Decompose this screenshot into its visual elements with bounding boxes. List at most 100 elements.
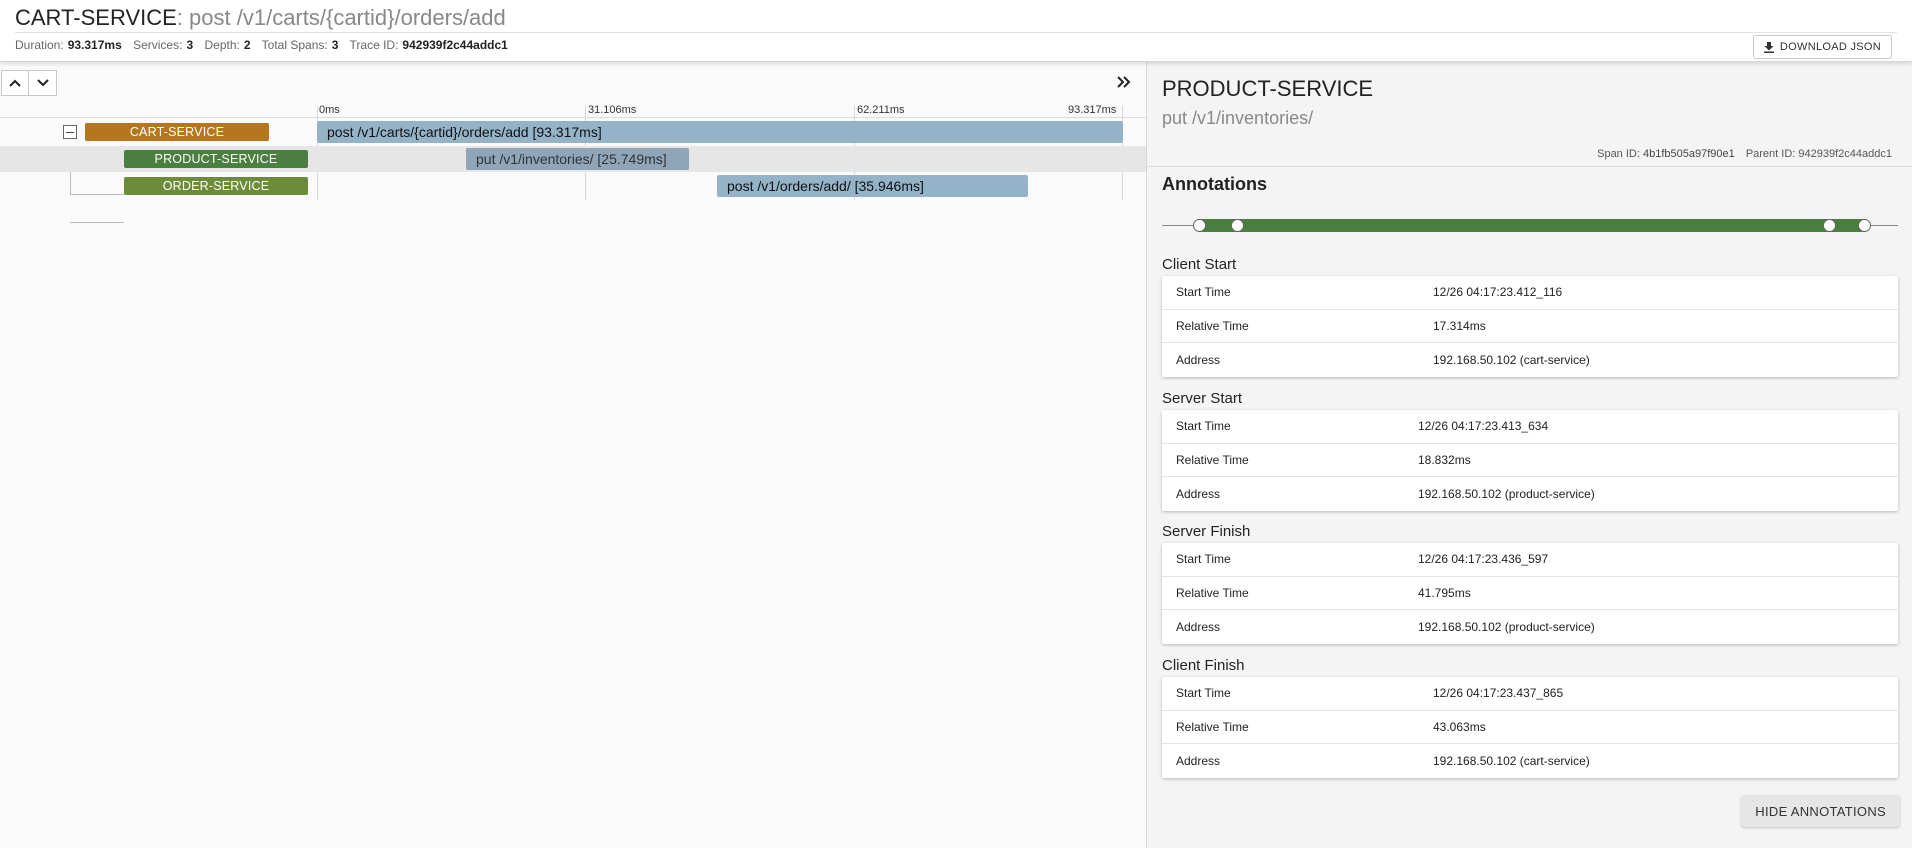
- annotation-value: 12/26 04:17:23.436_597: [1418, 552, 1549, 567]
- annotation-value: 12/26 04:17:23.437_865: [1433, 686, 1564, 701]
- annotation-value: 192.168.50.102 (product-service): [1418, 486, 1595, 501]
- annotation-value: 192.168.50.102 (cart-service): [1433, 753, 1590, 768]
- detail-span-name: put /v1/inventories/: [1162, 108, 1314, 128]
- annotation-value: 12/26 04:17:23.412_116: [1433, 285, 1563, 300]
- annotation-value: 18.832ms: [1418, 452, 1471, 467]
- annotation-value: 17.314ms: [1433, 318, 1486, 333]
- timeline-panel: 0ms 31.106ms 62.211ms 93.317ms CART-SERV…: [0, 62, 1146, 848]
- annotations-title: Annotations: [1162, 174, 1267, 194]
- annotation-marker-client-start[interactable]: [1193, 219, 1206, 232]
- span-row-cart-service[interactable]: CART-SERVICE post /v1/carts/{cartid}/ord…: [0, 119, 1146, 145]
- annotation-marker-client-finish[interactable]: [1858, 219, 1871, 232]
- stat-trace-id-value: 942939f2c44addc1: [402, 38, 508, 52]
- annotation-table: Start Time 12/26 04:17:23.413_634 Relativ…: [1162, 410, 1898, 511]
- annotation-row: Relative Time 41.795ms: [1162, 577, 1898, 610]
- annotation-key: Relative Time: [1176, 318, 1249, 333]
- stat-depth-value: 2: [243, 38, 251, 52]
- annotation-key: Address: [1176, 619, 1221, 634]
- span-row-order-service[interactable]: ORDER-SERVICE post /v1/orders/add/ [35.9…: [0, 173, 1146, 199]
- annotation-server-finish: Server Finish Start Time 12/26 04:17:23.4…: [1162, 521, 1898, 644]
- span-navigation: [1, 70, 57, 96]
- stat-services-label: Services:: [133, 38, 183, 52]
- stat-duration-value: 93.317ms: [67, 38, 122, 52]
- annotation-marker-server-start[interactable]: [1231, 219, 1244, 232]
- annotation-marker-server-finish[interactable]: [1823, 219, 1836, 232]
- span-id-value: 4b1fb505a97f90e1: [1642, 148, 1735, 160]
- annotation-value: 12/26 04:17:23.413_634: [1418, 419, 1549, 434]
- annotation-key: Address: [1176, 486, 1221, 501]
- span-ids: Span ID: 4b1fb505a97f90e1 Parent ID: 942…: [1597, 148, 1892, 160]
- annotation-row: Relative Time 43.063ms: [1162, 711, 1898, 744]
- service-badge: CART-SERVICE: [85, 123, 269, 141]
- annotation-row: Address 192.168.50.102 (product-service): [1162, 610, 1898, 644]
- stat-trace-id-label: Trace ID:: [349, 38, 399, 52]
- annotation-group-title: Client Finish: [1162, 657, 1245, 674]
- annotation-value: 43.063ms: [1433, 719, 1486, 734]
- span-bar[interactable]: post /v1/carts/{cartid}/orders/add [93.3…: [317, 121, 1123, 143]
- trace-stats: Duration: 93.317ms Services: 3 Depth: 2 Tot…: [15, 38, 516, 52]
- service-badge: ORDER-SERVICE: [124, 177, 308, 195]
- parent-id-value: 942939f2c44addc1: [1798, 148, 1892, 160]
- annotation-group-title: Server Finish: [1162, 523, 1251, 540]
- collapse-icon[interactable]: [63, 125, 77, 139]
- detail-divider: [1147, 166, 1912, 167]
- span-bar[interactable]: post /v1/orders/add/ [35.946ms]: [717, 175, 1028, 197]
- annotation-value: 192.168.50.102 (product-service): [1418, 619, 1595, 634]
- annotation-server-start: Server Start Start Time 12/26 04:17:23.41…: [1162, 388, 1898, 511]
- service-badge: PRODUCT-SERVICE: [124, 150, 308, 168]
- stat-duration-label: Duration:: [15, 38, 64, 52]
- annotation-row: Relative Time 17.314ms: [1162, 310, 1898, 343]
- tick-label: 31.106ms: [588, 104, 637, 116]
- span-id-label: Span ID:: [1597, 148, 1640, 160]
- annotation-key: Start Time: [1176, 419, 1231, 434]
- annotation-key: Relative Time: [1176, 585, 1249, 600]
- download-icon: [1763, 41, 1774, 53]
- next-span-button[interactable]: [29, 70, 57, 96]
- annotation-key: Start Time: [1176, 285, 1231, 300]
- annotation-client-start: Client Start Start Time 12/26 04:17:23.41…: [1162, 254, 1898, 377]
- annotation-table: Start Time 12/26 04:17:23.436_597 Relativ…: [1162, 543, 1898, 644]
- annotation-key: Relative Time: [1176, 452, 1249, 467]
- parent-id-label: Parent ID:: [1745, 148, 1796, 160]
- tree-connector: [70, 222, 124, 223]
- span-bar[interactable]: put /v1/inventories/ [25.749ms]: [466, 148, 689, 170]
- root-span-name: post /v1/carts/{cartid}/orders/add: [182, 5, 506, 30]
- stat-depth-label: Depth:: [204, 38, 240, 52]
- hide-annotations-button[interactable]: HIDE ANNOTATIONS: [1741, 795, 1900, 827]
- annotation-timeline-bar: [1199, 219, 1865, 232]
- annotation-row: Start Time 12/26 04:17:23.436_597: [1162, 543, 1898, 577]
- chevron-up-icon: [9, 79, 21, 87]
- annotation-client-finish: Client Finish Start Time 12/26 04:17:23.4…: [1162, 655, 1898, 778]
- annotation-key: Address: [1176, 753, 1221, 768]
- annotation-row: Start Time 12/26 04:17:23.412_116: [1162, 276, 1898, 310]
- annotation-value: 192.168.50.102 (cart-service): [1433, 352, 1590, 367]
- annotation-key: Start Time: [1176, 686, 1231, 701]
- page-title: CART-SERVICE: post /v1/carts/{cartid}/or…: [15, 5, 506, 31]
- timeline-ruler: [0, 117, 1146, 118]
- stat-total-spans-value: 3: [331, 38, 339, 52]
- stat-services-value: 3: [186, 38, 194, 52]
- annotation-key: Relative Time: [1176, 719, 1249, 734]
- download-json-button[interactable]: DOWNLOAD JSON: [1752, 35, 1892, 59]
- header-divider: [15, 32, 1897, 33]
- annotation-table: Start Time 12/26 04:17:23.412_116 Relativ…: [1162, 276, 1898, 377]
- previous-span-button[interactable]: [1, 70, 29, 96]
- tick-label: 93.317ms: [1068, 104, 1117, 116]
- toggle-detail-panel-button[interactable]: [1112, 72, 1136, 92]
- annotation-row: Address 192.168.50.102 (cart-service): [1162, 744, 1898, 778]
- annotation-row: Address 192.168.50.102 (product-service): [1162, 477, 1898, 511]
- tick-label: 62.211ms: [857, 104, 905, 116]
- annotation-key: Start Time: [1176, 552, 1231, 567]
- annotation-group-title: Client Start: [1162, 256, 1237, 273]
- double-chevron-right-icon: [1117, 76, 1131, 88]
- span-row-product-service[interactable]: PRODUCT-SERVICE put /v1/inventories/ [25…: [0, 146, 1146, 172]
- span-detail-panel: PRODUCT-SERVICE put /v1/inventories/ Spa…: [1146, 62, 1912, 848]
- download-json-label: DOWNLOAD JSON: [1779, 41, 1881, 53]
- annotation-row: Start Time 12/26 04:17:23.437_865: [1162, 677, 1898, 711]
- annotation-row: Address 192.168.50.102 (cart-service): [1162, 343, 1898, 377]
- detail-service-name: PRODUCT-SERVICE: [1162, 76, 1374, 101]
- chevron-down-icon: [36, 79, 49, 87]
- annotation-row: Relative Time 18.832ms: [1162, 444, 1898, 477]
- annotation-value: 41.795ms: [1418, 585, 1471, 600]
- annotation-group-title: Server Start: [1162, 390, 1243, 407]
